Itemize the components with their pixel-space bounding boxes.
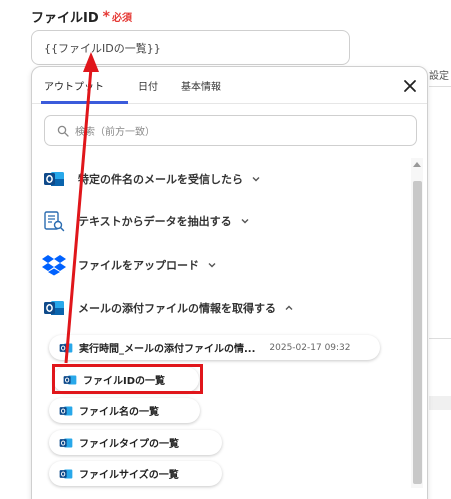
- output-label: ファイルサイズの一覧: [79, 470, 179, 481]
- tab-basic-info[interactable]: 基本情報: [181, 78, 221, 93]
- highlight-box: [52, 364, 203, 394]
- file-id-input-value: {{ファイルIDの一覧}}: [44, 41, 161, 55]
- field-label-text: ファイルID: [31, 11, 99, 26]
- section-label: メールの添付ファイルの情報を取得する: [78, 302, 276, 315]
- tab-date[interactable]: 日付: [138, 78, 158, 93]
- output-label: ファイルタイプの一覧: [79, 439, 179, 450]
- scrollbar-thumb[interactable]: [413, 181, 422, 484]
- dropbox-icon: [42, 253, 66, 277]
- section-upload-file[interactable]: ファイルをアップロード: [42, 253, 217, 277]
- tab-output[interactable]: アウトプット: [44, 78, 104, 93]
- chevron-up-icon: [285, 305, 293, 310]
- field-label: ファイルID * 必須: [31, 7, 132, 27]
- section-label: テキストからデータを抽出する: [78, 215, 232, 228]
- background-setting-text: 設定し: [429, 71, 451, 82]
- close-button[interactable]: [400, 76, 420, 96]
- file-id-input[interactable]: {{ファイルIDの一覧}}: [31, 30, 350, 65]
- picker-tabs: アウトプット 日付 基本情報: [32, 67, 427, 104]
- search-input[interactable]: 検索（前方一致）: [44, 115, 417, 146]
- output-value: 2025-02-17 09:32: [269, 342, 351, 353]
- outlook-icon: [59, 436, 73, 450]
- section-label: ファイルをアップロード: [78, 259, 199, 272]
- output-chip-file-types[interactable]: ファイルタイプの一覧: [49, 430, 222, 455]
- search-icon: [57, 125, 69, 137]
- section-get-attachment-info[interactable]: メールの添付ファイルの情報を取得する: [42, 296, 294, 320]
- output-label: ファイル名の一覧: [79, 407, 159, 418]
- background-divider: [429, 86, 451, 87]
- background-divider: [429, 338, 451, 339]
- chevron-down-icon: [208, 263, 216, 268]
- outlook-icon: [42, 296, 66, 320]
- section-label: 特定の件名のメールを受信したら: [78, 173, 243, 186]
- section-email-received[interactable]: 特定の件名のメールを受信したら: [42, 167, 261, 191]
- section-extract-text[interactable]: テキストからデータを抽出する: [42, 209, 250, 233]
- close-icon: [404, 80, 416, 92]
- output-chip-file-names[interactable]: ファイル名の一覧: [49, 398, 200, 423]
- outlook-icon: [59, 341, 73, 355]
- active-tab-indicator: [41, 101, 128, 104]
- output-chip-file-sizes[interactable]: ファイルサイズの一覧: [49, 461, 222, 486]
- ai-extract-icon: [42, 209, 66, 233]
- scroll-up-arrow-icon[interactable]: [413, 162, 421, 167]
- background-block: [429, 396, 451, 410]
- outlook-icon: [59, 467, 73, 481]
- search-placeholder: 検索（前方一致）: [75, 127, 155, 138]
- required-text: 必須: [111, 13, 132, 24]
- screen: 設定し ファイルID * 必須 {{ファイルIDの一覧}} アウトプット 日付 …: [0, 0, 451, 499]
- outlook-icon: [42, 167, 66, 191]
- chevron-down-icon: [241, 219, 249, 224]
- output-chip-exec-time[interactable]: 実行時間_メールの添付ファイルの情... 2025-02-17 09:32: [49, 335, 380, 360]
- chevron-down-icon: [252, 177, 260, 182]
- outlook-icon: [59, 404, 73, 418]
- required-mark: *: [102, 8, 110, 25]
- output-label: 実行時間_メールの添付ファイルの情...: [79, 344, 256, 355]
